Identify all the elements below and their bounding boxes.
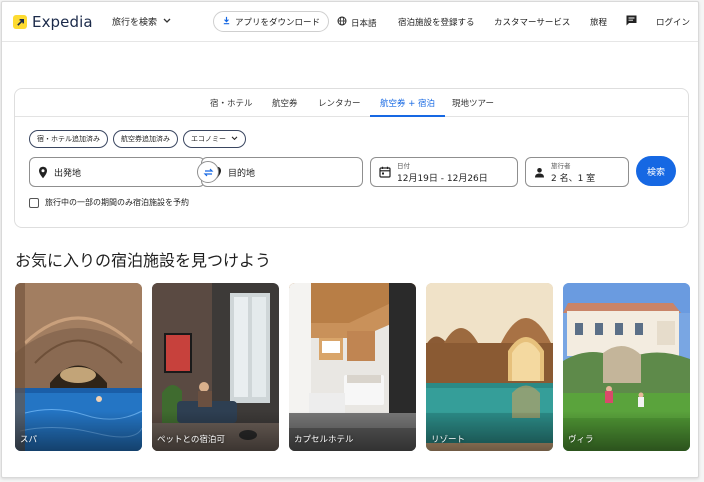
card-shade bbox=[152, 411, 279, 451]
chip-label: エコノミー bbox=[191, 135, 226, 143]
card-label: ヴィラ bbox=[568, 435, 594, 445]
card-resort[interactable]: リゾート bbox=[426, 283, 553, 451]
customer-service-link[interactable]: カスタマーサービス bbox=[494, 16, 570, 28]
trip-search-menu[interactable]: 旅行を検索 bbox=[112, 15, 171, 28]
location-pin-icon bbox=[38, 166, 48, 179]
dates-field[interactable]: 日付 12月19日 - 12月26日 bbox=[370, 157, 518, 187]
language-label: 日本語 bbox=[351, 18, 377, 29]
tab-hotels[interactable]: 宿・ホテル bbox=[210, 97, 253, 117]
app-download-button[interactable]: アプリをダウンロード bbox=[213, 11, 330, 32]
top-header: Expedia 旅行を検索 アプリをダウンロード 日本語 宿泊施設を登録する カ… bbox=[2, 2, 698, 42]
section-title: お気に入りの宿泊施設を見つけよう bbox=[15, 251, 272, 270]
card-label: リゾート bbox=[431, 435, 466, 445]
chip-flight-added[interactable]: 航空券追加済み bbox=[113, 130, 178, 148]
destination-field[interactable]: 目的地 bbox=[201, 157, 363, 187]
partial-stay-label: 旅行中の一部の期間のみ宿泊施設を予約 bbox=[45, 198, 189, 207]
download-icon bbox=[222, 16, 231, 28]
card-label: カプセルホテル bbox=[294, 435, 354, 445]
expedia-logo[interactable]: Expedia bbox=[13, 13, 93, 31]
card-label: スパ bbox=[20, 435, 38, 445]
card-pet-friendly[interactable]: ペットとの宿泊可 bbox=[152, 283, 279, 451]
chat-icon bbox=[625, 14, 638, 30]
card-shade bbox=[15, 411, 142, 451]
tab-flights[interactable]: 航空券 bbox=[272, 97, 298, 117]
chevron-down-icon bbox=[163, 17, 171, 27]
chevron-down-icon bbox=[231, 135, 238, 143]
register-property-label: 宿泊施設を登録する bbox=[398, 18, 475, 28]
swap-locations-button[interactable] bbox=[197, 161, 219, 183]
customer-service-label: カスタマーサービス bbox=[494, 18, 571, 28]
card-spa[interactable]: スパ bbox=[15, 283, 142, 451]
destination-placeholder: 目的地 bbox=[228, 168, 256, 179]
card-shade bbox=[563, 411, 690, 451]
chip-label: 航空券追加済み bbox=[121, 135, 170, 143]
brand-name: Expedia bbox=[32, 13, 93, 31]
trips-link[interactable]: 旅程 bbox=[590, 16, 607, 28]
card-villa[interactable]: ヴィラ bbox=[563, 283, 690, 451]
login-link[interactable]: ログイン bbox=[656, 16, 690, 28]
origin-field[interactable]: 出発地 bbox=[29, 157, 205, 187]
tab-car-rental[interactable]: レンタカー bbox=[318, 97, 361, 117]
trip-search-label: 旅行を検索 bbox=[112, 18, 158, 28]
register-property-link[interactable]: 宿泊施設を登録する bbox=[398, 16, 475, 28]
chip-hotel-added[interactable]: 宿・ホテル追加済み bbox=[29, 130, 108, 148]
app-download-label: アプリをダウンロード bbox=[235, 17, 321, 28]
language-selector[interactable]: 日本語 bbox=[337, 16, 377, 29]
travelers-label: 旅行者 bbox=[551, 162, 571, 170]
search-form-card: 宿・ホテル 航空券 レンタカー 航空券 + 宿泊 現地ツアー 宿・ホテル追加済み… bbox=[14, 88, 689, 228]
calendar-icon bbox=[379, 166, 391, 178]
partial-stay-checkbox[interactable] bbox=[29, 197, 39, 208]
travelers-field[interactable]: 旅行者 2 名、1 室 bbox=[525, 157, 629, 187]
card-shade bbox=[289, 411, 416, 451]
tab-flight-hotel[interactable]: 航空券 + 宿泊 bbox=[370, 97, 446, 117]
origin-placeholder: 出発地 bbox=[54, 168, 82, 179]
dates-values: 日付 12月19日 - 12月26日 bbox=[397, 160, 488, 184]
messages-button[interactable] bbox=[625, 14, 638, 30]
package-chips: 宿・ホテル追加済み 航空券追加済み エコノミー bbox=[29, 130, 251, 148]
browser-frame: Expedia 旅行を検索 アプリをダウンロード 日本語 宿泊施設を登録する カ… bbox=[1, 1, 699, 478]
dates-value: 12月19日 - 12月26日 bbox=[397, 174, 488, 184]
travelers-values: 旅行者 2 名、1 室 bbox=[551, 160, 595, 184]
tab-activities[interactable]: 現地ツアー bbox=[452, 97, 494, 117]
travelers-value: 2 名、1 室 bbox=[551, 174, 596, 184]
swap-arrows-icon bbox=[203, 163, 214, 182]
dates-label: 日付 bbox=[397, 162, 410, 170]
login-label: ログイン bbox=[656, 18, 691, 28]
person-icon bbox=[534, 167, 545, 178]
search-button[interactable]: 検索 bbox=[636, 156, 676, 186]
trips-label: 旅程 bbox=[590, 18, 608, 28]
card-shade bbox=[426, 411, 553, 451]
chip-label: 宿・ホテル追加済み bbox=[37, 135, 100, 143]
card-capsule-hotel[interactable]: カプセルホテル bbox=[289, 283, 416, 451]
search-tabs: 宿・ホテル 航空券 レンタカー 航空券 + 宿泊 現地ツアー bbox=[15, 89, 688, 117]
expedia-logo-icon bbox=[13, 15, 27, 29]
chip-cabin-class[interactable]: エコノミー bbox=[183, 130, 246, 148]
card-label: ペットとの宿泊可 bbox=[157, 435, 225, 445]
partial-stay-option[interactable]: 旅行中の一部の期間のみ宿泊施設を予約 bbox=[29, 197, 189, 208]
globe-icon bbox=[337, 16, 347, 29]
